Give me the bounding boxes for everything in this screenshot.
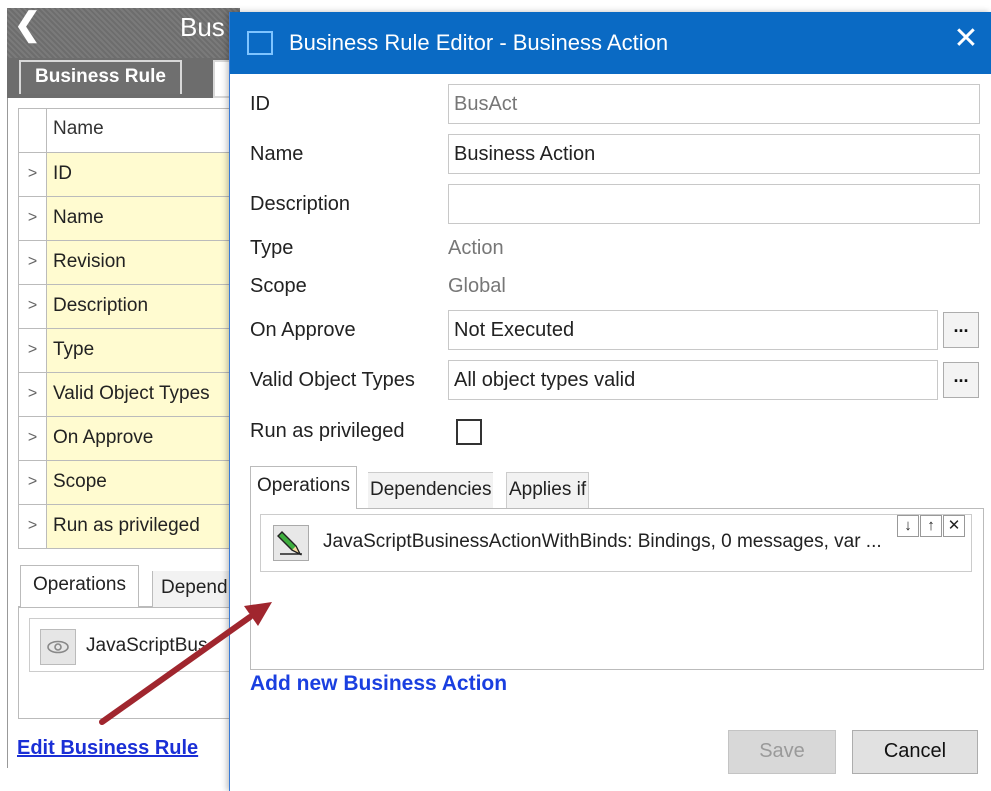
background-tab-strip: Operations Depend [18,565,242,607]
id-field[interactable]: BusAct [448,84,980,124]
expand-icon[interactable]: > [19,241,47,284]
business-rule-editor-dialog: Business Rule Editor - Business Action ✕… [229,12,991,791]
expand-icon[interactable]: > [19,373,47,416]
eye-icon[interactable] [40,629,76,665]
expand-icon[interactable]: > [19,153,47,196]
type-label: Type [250,237,294,259]
add-business-action-link[interactable]: Add new Business Action [250,672,507,696]
tab-operations[interactable]: Operations [20,565,139,607]
description-label: Description [250,193,351,215]
operation-text: JavaScriptBus [86,635,208,656]
type-value: Action [448,237,504,259]
expand-icon[interactable]: > [19,417,47,460]
name-label: Name [250,143,304,165]
window-icon [247,31,273,55]
chevron-left-icon[interactable]: ❮ [14,8,41,40]
expand-icon[interactable]: > [19,505,47,548]
column-header-name: Name [47,109,240,152]
tab-applies-if[interactable]: Applies if [506,472,590,508]
table-header-row: Name [19,109,240,153]
row-label: Description [47,285,240,328]
row-label: ID [47,153,240,196]
valid-object-types-label: Valid Object Types [250,369,415,391]
expand-icon[interactable]: > [19,285,47,328]
background-operations-panel: JavaScriptBus [18,607,241,719]
run-as-privileged-checkbox[interactable] [456,419,482,445]
save-button[interactable]: Save [728,730,836,774]
table-row[interactable]: > Description [19,285,240,329]
table-row[interactable]: > Type [19,329,240,373]
table-row[interactable]: > ID [19,153,240,197]
dialog-titlebar[interactable]: Business Rule Editor - Business Action ✕ [230,12,991,74]
move-down-icon[interactable]: ↓ [897,515,919,537]
operations-tab-strip: Operations Dependencies Applies if [250,466,984,509]
tab-business-rule[interactable]: Business Rule [19,60,182,94]
scope-label: Scope [250,275,307,297]
valid-object-types-browse-button[interactable]: ... [943,362,979,398]
run-as-privileged-label: Run as privileged [250,420,405,442]
on-approve-field[interactable]: Not Executed [448,310,938,350]
dialog-title: Business Rule Editor - Business Action [289,30,669,55]
remove-icon[interactable]: ✕ [943,515,965,537]
list-item[interactable]: JavaScriptBusinessActionWithBinds: Bindi… [260,514,972,572]
on-approve-label: On Approve [250,319,356,341]
name-field[interactable]: Business Action [448,134,980,174]
table-row[interactable]: > Name [19,197,240,241]
background-tab-bar: Business Rule [7,58,243,98]
row-label: Revision [47,241,240,284]
list-item[interactable]: JavaScriptBus [29,618,241,672]
operation-description: JavaScriptBusinessActionWithBinds: Bindi… [323,531,882,552]
close-icon[interactable]: ✕ [948,24,984,54]
edit-script-icon[interactable] [273,525,309,561]
background-title: Bus [180,12,225,42]
table-row[interactable]: > Revision [19,241,240,285]
scope-value: Global [448,275,506,297]
table-row[interactable]: > Run as privileged [19,505,240,549]
table-row[interactable]: > Valid Object Types [19,373,240,417]
id-label: ID [250,93,270,115]
expand-icon[interactable]: > [19,197,47,240]
tab-dependencies[interactable]: Dependencies [368,472,494,508]
row-label: Type [47,329,240,372]
table-row[interactable]: > Scope [19,461,240,505]
move-up-icon[interactable]: ↑ [920,515,942,537]
expand-icon[interactable]: > [19,461,47,504]
cancel-button[interactable]: Cancel [852,730,978,774]
on-approve-browse-button[interactable]: ... [943,312,979,348]
row-label: Run as privileged [47,505,240,548]
expand-icon[interactable]: > [19,329,47,372]
properties-table: Name > ID > Name > Revision > Description > T… [18,108,240,549]
description-field[interactable] [448,184,980,224]
row-label: Scope [47,461,240,504]
row-label: Valid Object Types [47,373,240,416]
row-label: On Approve [47,417,240,460]
valid-object-types-field[interactable]: All object types valid [448,360,938,400]
row-label: Name [47,197,240,240]
table-row[interactable]: > On Approve [19,417,240,461]
background-panel: ❮ Bus Business Rule Name > ID > Name > Revi… [0,0,243,791]
operations-panel: JavaScriptBusinessActionWithBinds: Bindi… [250,508,984,670]
tab-operations[interactable]: Operations [250,466,357,509]
edit-business-rule-link[interactable]: Edit Business Rule [17,737,198,760]
